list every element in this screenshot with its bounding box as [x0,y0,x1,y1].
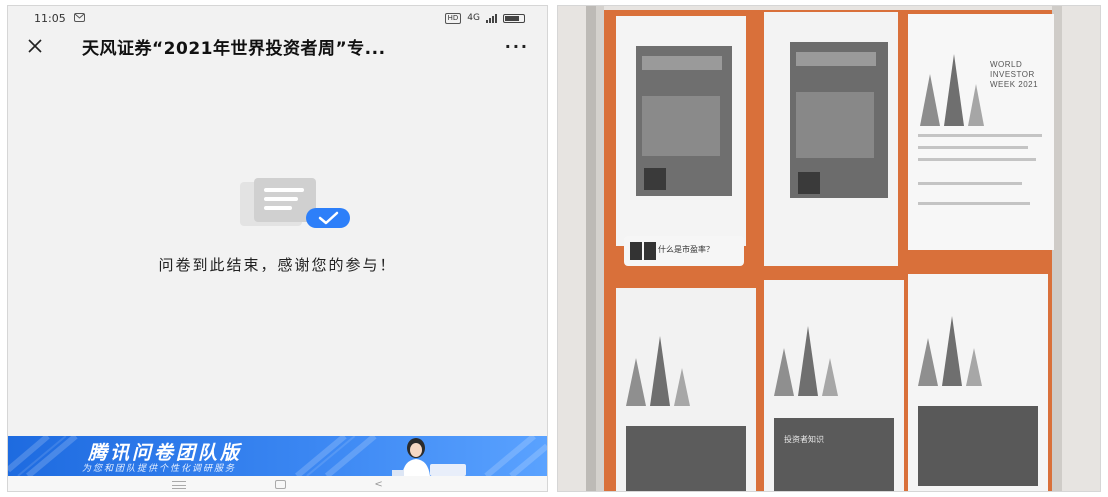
bulletin-board-photo: WORLD INVESTOR WEEK 2021 什么是市盈率？ 投资者知识 [557,5,1101,492]
poster-bottom-left [616,288,756,491]
poster-title-line-1: WORLD [990,60,1023,69]
banner-subtitle: 为您和团队提供个性化调研服务 [82,464,237,474]
poster-bottom-center [764,280,904,491]
promo-banner[interactable]: 腾讯问卷团队版 为您和团队提供个性化调研服务 [8,436,547,476]
poster-top-right [908,14,1054,250]
home-icon[interactable] [274,480,286,489]
system-nav-bar: < [8,476,547,491]
nav-bar: 天风证券“2021年世界投资者周”专... ··· [8,30,547,62]
page-title: 天风证券“2021年世界投资者周”专... [82,38,386,59]
status-bar: 11:05 HD 4G [8,6,547,30]
poster-knowledge-label: 投资者知识 [784,435,824,444]
network-label: 4G [467,13,480,23]
survey-complete-icon [240,178,350,228]
person-illustration [392,438,466,476]
menu-icon[interactable] [172,480,187,489]
battery-icon [503,13,525,23]
close-icon[interactable] [26,37,44,55]
poster-top-left [616,16,746,246]
more-options-icon[interactable]: ··· [505,37,529,56]
notification-icon [73,12,85,25]
phone-screenshot: 11:05 HD 4G 天风证券“2021年世界投资者周”专... ··· 问卷 [7,5,548,492]
poster-top-center [764,12,898,266]
poster-title-line-3: WEEK 2021 [990,80,1039,89]
end-message: 问卷到此结束，感谢您的参与！ [158,256,397,274]
signal-icon [486,13,497,23]
poster-world-investor-title: WORLD INVESTOR WEEK 2021 [990,60,1054,90]
hd-badge: HD [444,12,462,24]
back-icon[interactable]: < [374,479,382,490]
poster-title-line-2: INVESTOR [990,70,1035,79]
poster-sign-label: 什么是市盈率？ [658,245,714,254]
status-time: 11:05 [34,11,66,25]
poster-bottom-right [908,274,1048,491]
